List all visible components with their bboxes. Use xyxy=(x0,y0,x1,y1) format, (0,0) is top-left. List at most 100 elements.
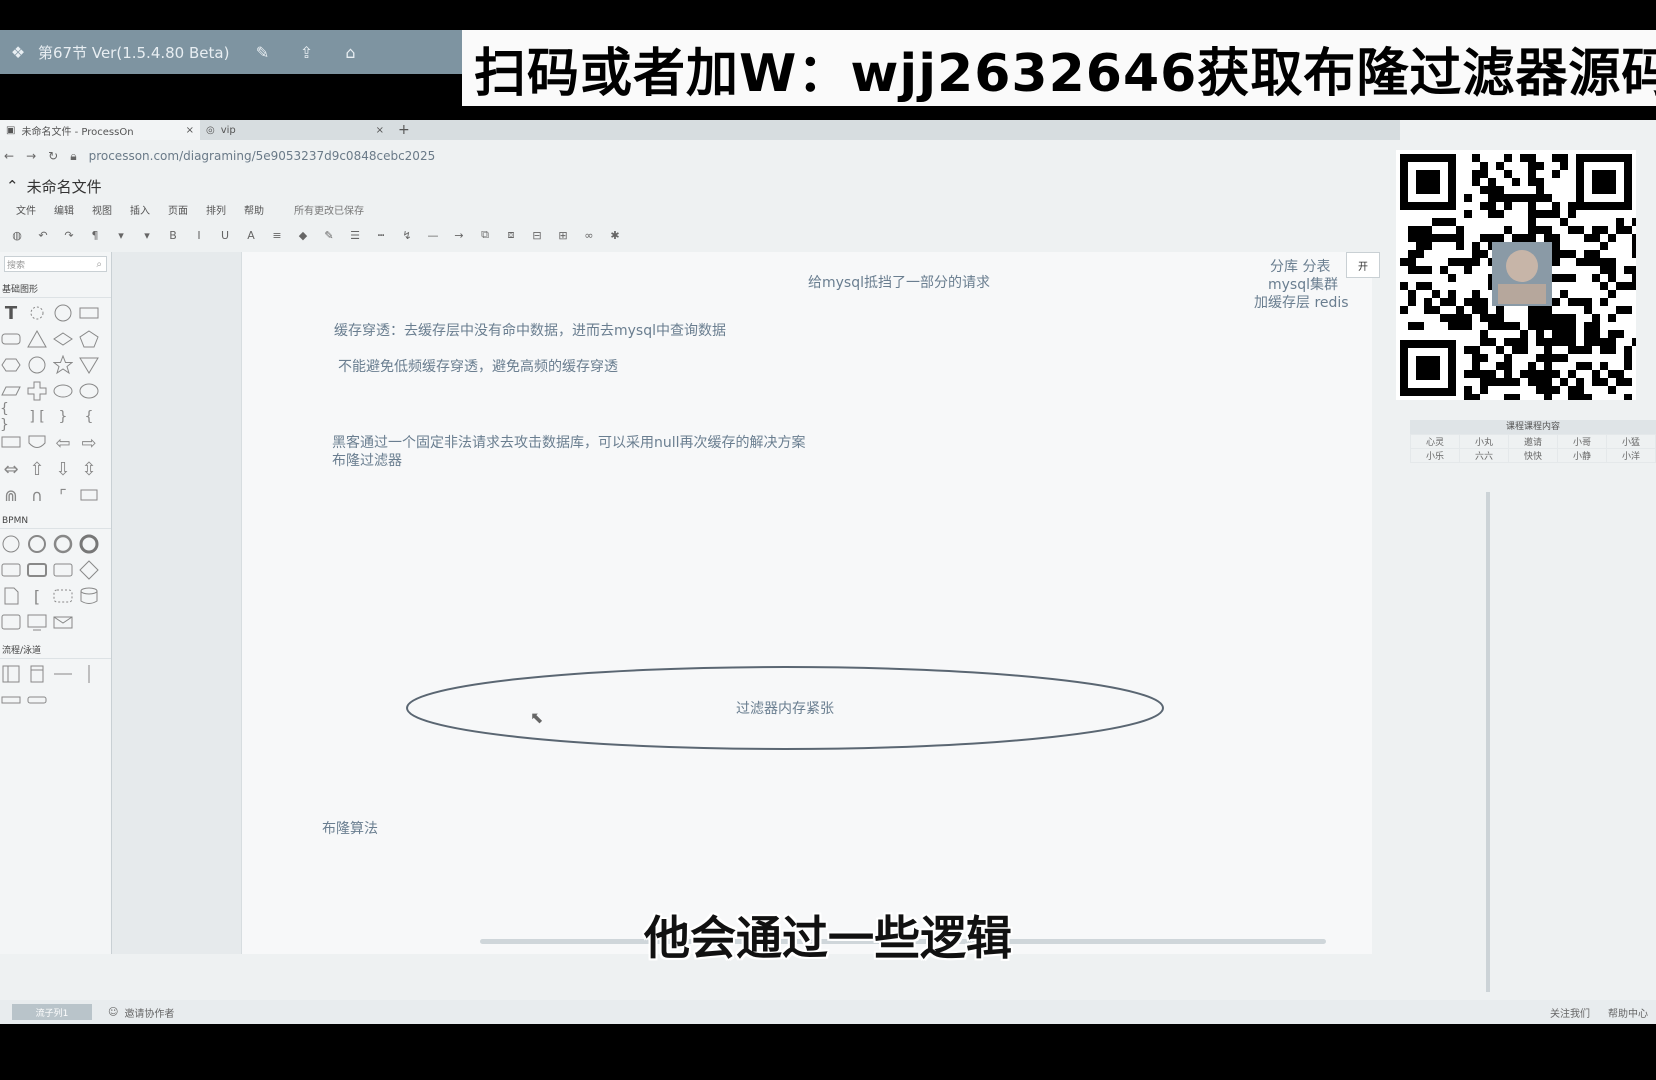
back-icon[interactable]: ← xyxy=(4,149,14,163)
share-icon[interactable]: ⇪ xyxy=(295,41,317,63)
separator-horizontal-icon[interactable] xyxy=(52,663,74,685)
wrench-icon[interactable]: ✱ xyxy=(608,228,622,242)
redo-icon[interactable]: ↷ xyxy=(62,228,76,242)
group-icon[interactable]: ⊞ xyxy=(556,228,570,242)
transaction-icon[interactable] xyxy=(52,559,74,581)
annotation-icon[interactable]: [ xyxy=(26,585,48,607)
menu-help[interactable]: 帮助 xyxy=(244,202,264,217)
parallelogram-shape-icon[interactable] xyxy=(0,380,22,402)
reload-icon[interactable]: ↻ xyxy=(48,149,58,163)
line-color-icon[interactable]: ✎ xyxy=(322,228,336,242)
shield-shape-icon[interactable] xyxy=(26,432,48,454)
palette-section-basic[interactable]: 基础图形 xyxy=(0,276,111,298)
right-brace-shape-icon[interactable]: } xyxy=(52,406,74,428)
lane-rounded-icon[interactable] xyxy=(26,689,48,711)
arch-shape-icon[interactable]: ∩ xyxy=(26,484,48,506)
ellipse-shape-icon[interactable] xyxy=(52,380,74,402)
palette-section-swimlane[interactable]: 流程/泳道 xyxy=(0,637,111,659)
front-icon[interactable]: ⧉ xyxy=(478,228,492,242)
message-icon[interactable] xyxy=(52,611,74,633)
back-to-files-icon[interactable]: ⌃ xyxy=(6,177,19,195)
right-arrow-shape-icon[interactable]: ⇨ xyxy=(78,432,100,454)
down-triangle-shape-icon[interactable] xyxy=(78,354,100,376)
brace-shape-icon[interactable]: ] [ xyxy=(26,406,48,428)
invite-collaborator[interactable]: ☺ 邀请协作者 xyxy=(108,1005,174,1020)
u-arrow-shape-icon[interactable]: ⋒ xyxy=(0,484,22,506)
menu-page[interactable]: 页面 xyxy=(168,202,188,217)
cache-penetration-text[interactable]: 缓存穿透：去缓存层中没有命中数据，进而去mysql中查询数据 xyxy=(334,320,726,340)
line-width-icon[interactable]: ☰ xyxy=(348,228,362,242)
diamond-shape-icon[interactable] xyxy=(52,328,74,350)
line-start-icon[interactable]: — xyxy=(426,228,440,242)
screen-shape-icon[interactable] xyxy=(26,611,48,633)
close-tab-icon[interactable]: × xyxy=(376,125,384,136)
side-panel-toggle[interactable]: 开 xyxy=(1346,252,1380,278)
ellipse-shape[interactable]: 过滤器内存紧张 xyxy=(404,664,1166,752)
task-icon[interactable] xyxy=(0,559,22,581)
bracket-shape-icon[interactable]: { } xyxy=(0,401,22,433)
data-object-icon[interactable] xyxy=(0,585,22,607)
fill-icon[interactable]: ◆ xyxy=(296,228,310,242)
circle-shape-icon[interactable] xyxy=(52,302,74,324)
rounded-rect-shape-icon[interactable] xyxy=(0,328,22,350)
callout-shape-icon[interactable] xyxy=(0,432,22,454)
triangle-shape-icon[interactable] xyxy=(26,328,48,350)
vertical-double-arrow-shape-icon[interactable]: ⇳ xyxy=(78,458,100,480)
cross-shape-icon[interactable] xyxy=(26,380,48,402)
lane-icon[interactable] xyxy=(0,689,22,711)
rect-shape-icon[interactable] xyxy=(78,302,100,324)
note-shape-icon[interactable] xyxy=(26,302,48,324)
top-center-text[interactable]: 给mysql抵挡了一部分的请求 xyxy=(808,272,990,292)
cloud-shape-icon[interactable] xyxy=(78,380,100,402)
octagon-shape-icon[interactable] xyxy=(26,354,48,376)
menu-arrange[interactable]: 排列 xyxy=(206,202,226,217)
page-tab[interactable]: 流子列1 xyxy=(12,1004,92,1020)
data-store-icon[interactable] xyxy=(78,585,100,607)
top-right-text-3[interactable]: 加缓存层 redis xyxy=(1254,292,1349,312)
menu-file[interactable]: 文件 xyxy=(16,202,36,217)
gateway-icon[interactable] xyxy=(78,559,100,581)
menu-insert[interactable]: 插入 xyxy=(130,202,150,217)
star-shape-icon[interactable] xyxy=(52,354,74,376)
new-tab-button[interactable]: + xyxy=(390,122,418,138)
subprocess-icon[interactable] xyxy=(26,559,48,581)
font-color-icon[interactable]: A xyxy=(244,228,258,242)
bloom-filter-text[interactable]: 布隆过滤器 xyxy=(332,450,402,470)
pool-horizontal-icon[interactable] xyxy=(0,663,22,685)
edit-icon[interactable]: ✎ xyxy=(251,41,273,63)
cannot-avoid-text[interactable]: 不能避免低频缓存穿透，避免高频的缓存穿透 xyxy=(338,356,618,376)
bloom-algorithm-text[interactable]: 布隆算法 xyxy=(322,818,378,838)
lock-shape-icon[interactable]: ⊟ xyxy=(530,228,544,242)
tab-processon[interactable]: ▣ 未命名文件 - ProcessOn × xyxy=(0,120,200,140)
font-size-dropdown[interactable]: ▾ xyxy=(140,228,154,242)
hacker-attack-text[interactable]: 黑客通过一个固定非法请求去攻击数据库，可以采用null再次缓存的解决方案 xyxy=(332,432,806,452)
home-icon[interactable]: ⌂ xyxy=(339,41,361,63)
close-tab-icon[interactable]: × xyxy=(186,125,194,136)
group-shape-icon[interactable] xyxy=(52,585,74,607)
document-title[interactable]: 未命名文件 xyxy=(27,176,102,197)
separator-vertical-icon[interactable] xyxy=(78,663,100,685)
call-activity-icon[interactable] xyxy=(0,611,22,633)
forward-icon[interactable]: → xyxy=(26,149,36,163)
text-shape-icon[interactable]: T xyxy=(0,302,22,324)
line-style-icon[interactable]: ┅ xyxy=(374,228,388,242)
left-arrow-shape-icon[interactable]: ⇦ xyxy=(52,432,74,454)
intermediate-event-icon[interactable] xyxy=(26,533,48,555)
double-arrow-shape-icon[interactable]: ⇔ xyxy=(0,458,22,480)
link-icon[interactable]: ∞ xyxy=(582,228,596,242)
search-icon[interactable]: ⌕ xyxy=(96,259,102,270)
format-painter-icon[interactable]: ◍ xyxy=(10,228,24,242)
pool-vertical-icon[interactable] xyxy=(26,663,48,685)
top-right-text-2[interactable]: mysql集群 xyxy=(1268,274,1338,294)
palette-section-bpmn[interactable]: BPMN xyxy=(0,510,111,529)
back-icon-layer[interactable]: ⧈ xyxy=(504,228,518,242)
italic-icon[interactable]: I xyxy=(192,228,206,242)
line-end-icon[interactable]: → xyxy=(452,228,466,242)
pentagon-shape-icon[interactable] xyxy=(78,328,100,350)
terminate-event-icon[interactable] xyxy=(78,533,100,555)
up-arrow-shape-icon[interactable]: ⇧ xyxy=(26,458,48,480)
hexagon-shape-icon[interactable] xyxy=(0,354,22,376)
tab-vip[interactable]: ◎ vip × xyxy=(200,120,390,140)
menu-view[interactable]: 视图 xyxy=(92,202,112,217)
shape-search-input[interactable]: 搜索 ⌕ xyxy=(4,256,107,272)
